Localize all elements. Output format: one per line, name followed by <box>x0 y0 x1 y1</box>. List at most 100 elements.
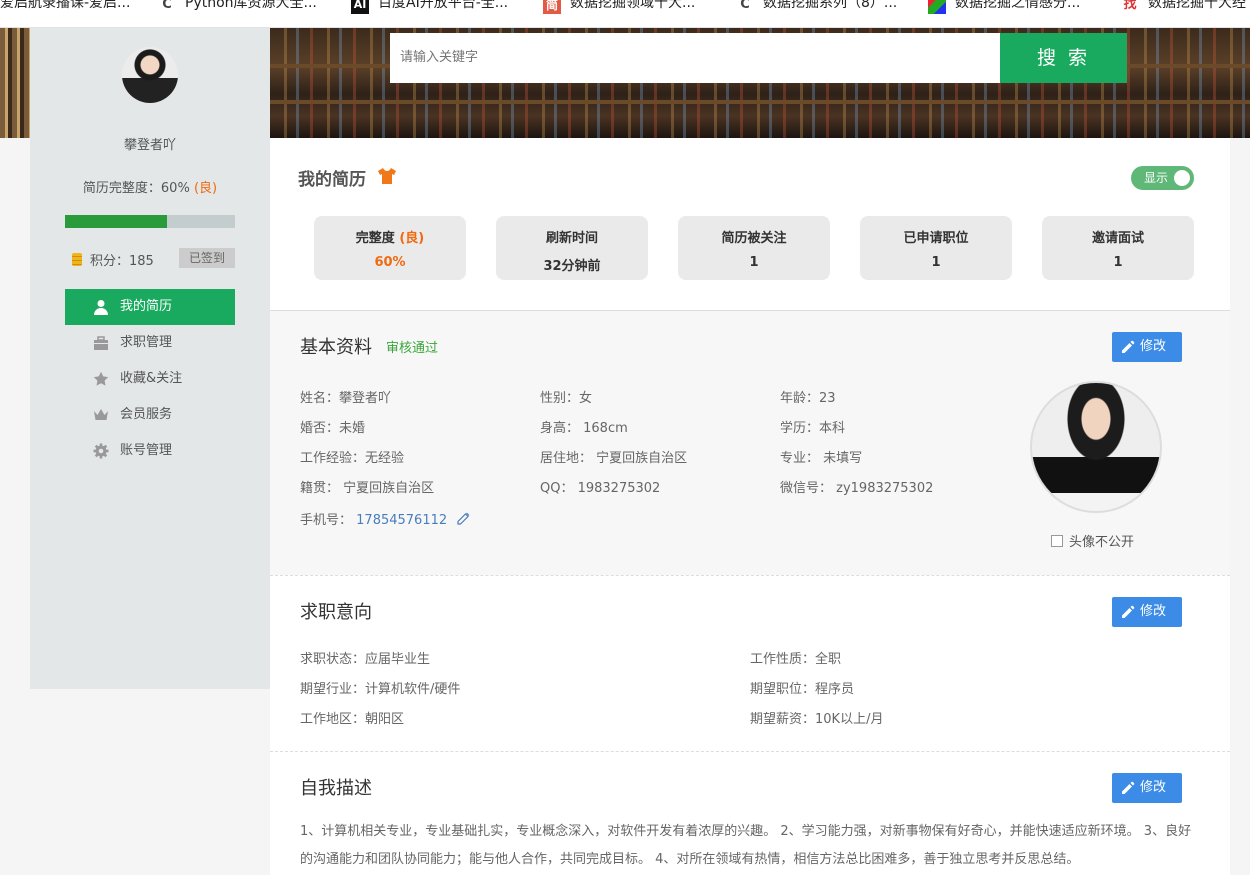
bookmark-label: 数据挖掘系列（8）... <box>763 0 898 11</box>
bookmark-label: 爱启航录播课-爱启... <box>0 0 131 11</box>
edit-label: 修改 <box>1140 339 1167 354</box>
profile-photo[interactable] <box>1030 381 1162 513</box>
bookmark-item[interactable]: 数据挖掘之情感分... <box>928 0 1080 27</box>
bookmark-label: Python库资源大全... <box>185 0 317 11</box>
sidebar-item-label: 会员服务 <box>120 407 173 422</box>
bookmark-label: 数据挖掘之情感分... <box>955 0 1081 11</box>
field-work-area: 工作地区：朝阳区 <box>300 712 405 727</box>
gear-icon <box>93 443 109 459</box>
field-education: 学历：本科 <box>780 421 846 436</box>
stat-interviews[interactable]: 邀请面试 1 <box>1042 216 1194 280</box>
sidebar-item-membership[interactable]: 会员服务 <box>65 397 235 433</box>
bookmark-item[interactable]: 找 数据挖掘十大经 <box>1121 0 1246 27</box>
field-age: 年龄：23 <box>780 391 836 406</box>
bookmark-item[interactable]: 简 数据挖掘领域十大... <box>543 0 695 27</box>
divider <box>270 575 1230 576</box>
user-icon <box>94 300 108 315</box>
stat-value: 1 <box>749 255 759 270</box>
edit-label: 修改 <box>1140 604 1167 619</box>
stat-level: (良) <box>399 231 425 246</box>
search-input[interactable] <box>390 33 1000 83</box>
sidebar-menu: 我的简历 求职管理 收藏&关注 会员服务 账号管理 <box>65 289 235 469</box>
crown-icon <box>94 409 108 420</box>
checkbox-label: 头像不公开 <box>1069 535 1135 550</box>
search-button[interactable]: 搜 索 <box>1000 33 1127 83</box>
bookmark-label: 数据挖掘领域十大... <box>570 0 696 11</box>
bookmark-item[interactable]: 爱启航录播课-爱启... <box>0 0 130 27</box>
baidu-ai-icon: AI <box>351 0 369 14</box>
basic-info-title: 基本资料 <box>300 337 372 358</box>
points: 积分：185 <box>72 250 154 269</box>
stat-label: 刷新时间 <box>545 231 598 246</box>
phone-label: 手机号： <box>300 513 353 528</box>
bookmark-item[interactable]: Ϲ 数据挖掘系列（8）... <box>736 0 897 27</box>
field-residence: 居住地： 宁夏回族自治区 <box>540 451 688 466</box>
edit-self-button[interactable]: 修改 <box>1112 773 1182 803</box>
stat-followed[interactable]: 简历被关注 1 <box>678 216 830 280</box>
points-label: 积分：185 <box>90 254 154 269</box>
visibility-toggle[interactable]: 显示 <box>1131 166 1194 190</box>
stat-label: 完整度 <box>355 231 400 246</box>
field-phone: 手机号： 17854576112 <box>300 509 471 528</box>
checkbox[interactable] <box>1051 534 1063 547</box>
stat-applied[interactable]: 已申请职位 1 <box>860 216 1012 280</box>
sidebar-item-my-resume[interactable]: 我的简历 <box>65 289 235 325</box>
completeness-progress-bar <box>65 215 235 228</box>
completeness-level: (良) <box>193 181 218 196</box>
edit-label: 修改 <box>1140 780 1167 795</box>
sidebar-item-label: 我的简历 <box>120 299 173 314</box>
edit-phone-icon[interactable] <box>457 511 471 525</box>
field-job-type: 工作性质：全职 <box>750 652 842 667</box>
divider <box>270 751 1230 752</box>
field-major: 专业： 未填写 <box>780 451 863 466</box>
phone-number[interactable]: 17854576112 <box>356 513 447 528</box>
username: 攀登者吖 <box>123 138 176 153</box>
bookmark-item[interactable]: Ϲ Python库资源大全... <box>158 0 317 27</box>
divider <box>270 310 1230 311</box>
sidebar-item-label: 求职管理 <box>120 335 173 350</box>
briefcase-icon <box>94 336 108 350</box>
field-name: 姓名：攀登者吖 <box>300 391 392 406</box>
toggle-knob <box>1174 170 1190 186</box>
completeness-progress-fill <box>65 215 167 228</box>
star-icon <box>93 371 109 386</box>
field-hometown: 籍贯： 宁夏回族自治区 <box>300 481 435 496</box>
field-wechat: 微信号： zy1983275302 <box>780 481 934 496</box>
avatar[interactable] <box>122 47 178 103</box>
audit-status: 审核通过 <box>386 341 439 356</box>
sidebar-item-job-management[interactable]: 求职管理 <box>65 325 235 361</box>
stat-value: 1 <box>931 255 941 270</box>
completeness-label: 简历完整度：60% <box>82 181 194 196</box>
stat-completeness: 完整度 (良) 60% <box>314 216 466 280</box>
page-title: 我的简历 <box>298 170 366 190</box>
field-qq: QQ： 1983275302 <box>540 481 661 496</box>
bookmark-label: 数据挖掘十大经 <box>1148 0 1246 11</box>
completeness-text: 简历完整度：60% (良) <box>30 177 270 196</box>
bookmark-item[interactable]: AI 百度AI开放平台-全... <box>351 0 508 27</box>
bookmarks-bar: 爱启航录播课-爱启... Ϲ Python库资源大全... AI 百度AI开放平… <box>0 0 1250 28</box>
stat-label: 已申请职位 <box>903 231 969 246</box>
banner-image-left <box>0 28 30 138</box>
field-experience: 工作经验：无经验 <box>300 451 405 466</box>
zhao-icon: 找 <box>1123 0 1137 12</box>
self-description-title: 自我描述 <box>300 778 372 799</box>
sidebar-item-label: 收藏&关注 <box>120 371 183 386</box>
stat-value: 1 <box>1113 255 1123 270</box>
hide-avatar-checkbox[interactable]: 头像不公开 <box>1051 531 1134 550</box>
csdn-icon: Ϲ <box>740 0 750 12</box>
field-job-status: 求职状态：应届毕业生 <box>300 652 431 667</box>
shirt-icon <box>378 168 396 184</box>
sidebar-item-favorites[interactable]: 收藏&关注 <box>65 361 235 397</box>
edit-basic-button[interactable]: 修改 <box>1112 332 1182 362</box>
field-industry: 期望行业：计算机软件/硬件 <box>300 682 461 697</box>
pencil-icon <box>1122 781 1135 794</box>
field-marital: 婚否：未婚 <box>300 421 366 436</box>
csdn-icon: Ϲ <box>162 0 172 12</box>
sidebar-item-label: 账号管理 <box>120 443 173 458</box>
sidebar-item-account[interactable]: 账号管理 <box>65 433 235 469</box>
edit-intent-button[interactable]: 修改 <box>1112 597 1182 627</box>
stat-value: 32分钟前 <box>543 259 601 274</box>
pencil-icon <box>1122 605 1135 618</box>
signed-badge[interactable]: 已签到 <box>179 248 235 268</box>
field-position: 期望职位：程序员 <box>750 682 855 697</box>
